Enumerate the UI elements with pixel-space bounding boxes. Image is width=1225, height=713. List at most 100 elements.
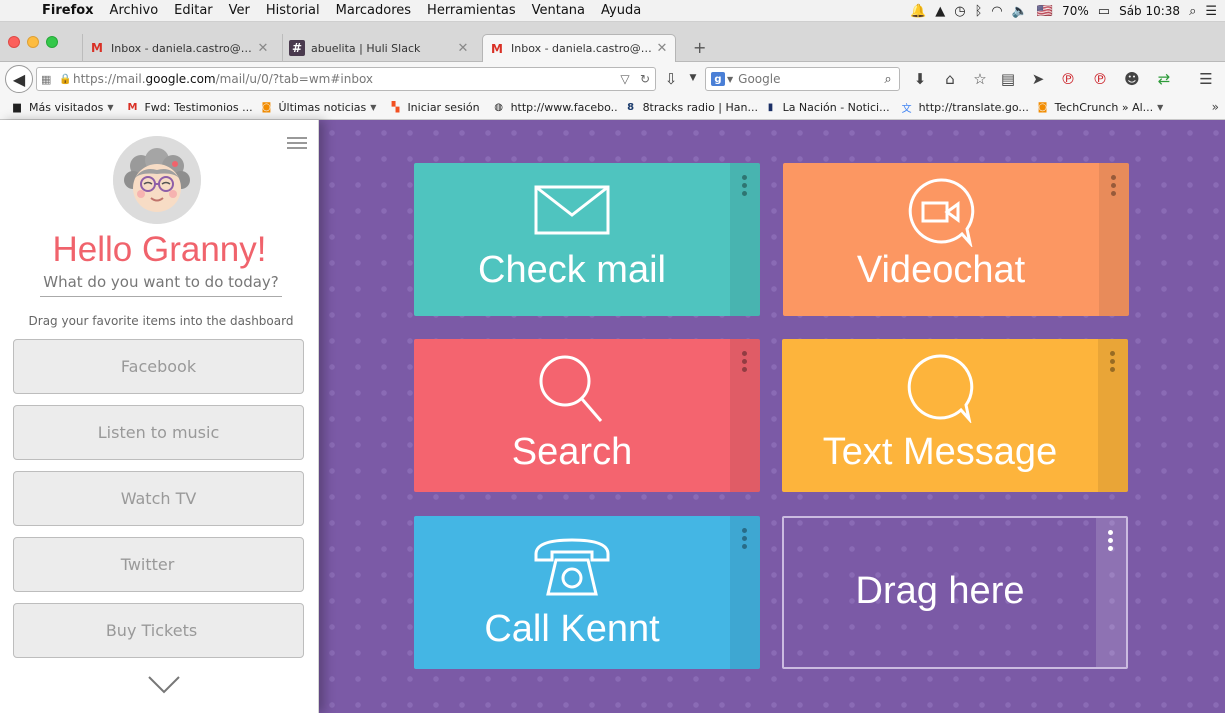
menu-app-name[interactable]: Firefox xyxy=(34,3,102,18)
close-tab-icon[interactable]: ✕ xyxy=(655,41,669,56)
bookmarks-list-icon[interactable]: ▤ xyxy=(997,70,1019,88)
card-label: Check mail xyxy=(478,249,666,291)
menu-ventana[interactable]: Ventana xyxy=(524,3,593,18)
time-machine-icon[interactable]: ◷ xyxy=(954,4,965,19)
card-videochat[interactable]: Videochat xyxy=(783,163,1129,316)
smiley-icon[interactable]: ☻ xyxy=(1121,70,1143,88)
bookmark-label: http://www.facebo... xyxy=(510,101,618,114)
url-dropdown-icon[interactable]: ▽ xyxy=(615,72,635,86)
dashboard: Check mail Videochat Search Text Message… xyxy=(319,120,1225,713)
sidebar-menu-icon[interactable] xyxy=(287,134,307,152)
menu-editar[interactable]: Editar xyxy=(166,3,221,18)
card-search[interactable]: Search xyxy=(414,339,760,492)
bookmark-facebook[interactable]: ◍ http://www.facebo... xyxy=(486,101,618,114)
pinterest-save-icon[interactable]: ℗ xyxy=(1089,70,1111,88)
greeting-title: Hello Granny! xyxy=(52,230,267,269)
back-button[interactable]: ◀ xyxy=(5,65,33,93)
tab-gmail-inbox-1[interactable]: M Inbox - daniela.castro@huli... ✕ xyxy=(82,34,276,62)
download-blocked-icon[interactable]: ⇩ xyxy=(660,70,682,88)
us-flag-icon[interactable]: 🇺🇸 xyxy=(1037,4,1053,19)
dropdown-arrow-icon[interactable]: ▼ xyxy=(682,73,704,83)
bookmark-fwd-testimonios[interactable]: M Fwd: Testimonios ... xyxy=(119,101,253,114)
drag-handle-icon[interactable] xyxy=(1108,530,1113,554)
speech-bubble-icon xyxy=(782,353,1128,423)
8tracks-icon: 8 xyxy=(627,102,635,113)
bookmark-label: TechCrunch » Al... xyxy=(1054,101,1154,114)
menu-ayuda[interactable]: Ayuda xyxy=(593,3,649,18)
close-window-button[interactable] xyxy=(8,36,20,48)
bookmark-label: Fwd: Testimonios ... xyxy=(144,101,253,114)
sidebar-item-twitter[interactable]: Twitter xyxy=(13,537,304,592)
sidebar-item-buy-tickets[interactable]: Buy Tickets xyxy=(13,603,304,658)
close-tab-icon[interactable]: ✕ xyxy=(456,41,470,56)
dropdown-arrow-icon: ▼ xyxy=(370,103,377,112)
dropdown-arrow-icon: ▼ xyxy=(1157,103,1164,112)
tab-huli-slack[interactable]: # abuelita | Huli Slack ✕ xyxy=(282,34,476,62)
more-bookmarks-icon[interactable]: » xyxy=(1212,100,1219,114)
bookmark-translate[interactable]: 文 http://translate.go... xyxy=(894,101,1030,114)
card-drag-here-dropzone[interactable]: Drag here xyxy=(782,516,1128,669)
card-check-mail[interactable]: Check mail xyxy=(414,163,760,316)
url-domain: google.com xyxy=(145,72,216,86)
tab-gmail-inbox-active[interactable]: M Inbox - daniela.castro@huli... ✕ xyxy=(482,34,676,62)
sidebar-item-listen-to-music[interactable]: Listen to music xyxy=(13,405,304,460)
bookmark-ultimas-noticias[interactable]: ◙ Últimas noticias ▼ xyxy=(253,101,382,114)
bluetooth-icon[interactable]: ᛒ xyxy=(975,4,983,19)
menu-marcadores[interactable]: Marcadores xyxy=(328,3,419,18)
bookmark-techcrunch[interactable]: ◙ TechCrunch » Al... ▼ xyxy=(1030,101,1170,114)
search-input[interactable] xyxy=(738,72,877,86)
card-call-kennt[interactable]: Call Kennt xyxy=(414,516,760,669)
bookmark-iniciar-sesion[interactable]: ▚ Iniciar sesión xyxy=(382,101,485,114)
card-label: Search xyxy=(511,431,633,473)
minimize-window-button[interactable] xyxy=(27,36,39,48)
granny-face-icon xyxy=(113,136,201,224)
envelope-icon xyxy=(414,185,760,235)
bookmark-star-icon[interactable]: ☆ xyxy=(969,70,991,88)
menu-historial[interactable]: Historial xyxy=(258,3,328,18)
spotlight-search-icon[interactable]: ⌕ xyxy=(1189,4,1196,19)
card-text-message[interactable]: Text Message xyxy=(782,339,1128,492)
clock[interactable]: Sáb 10:38 xyxy=(1119,4,1180,18)
bookmark-mas-visitados[interactable]: ▆ Más visitados ▼ xyxy=(4,101,119,114)
battery-charging-icon[interactable]: ▭ xyxy=(1098,4,1110,19)
menu-herramientas[interactable]: Herramientas xyxy=(419,3,524,18)
close-tab-icon[interactable]: ✕ xyxy=(256,41,270,56)
bookmark-la-nacion[interactable]: ▮ La Nación - Notici... xyxy=(758,101,894,114)
scroll-down-chevron-icon[interactable] xyxy=(148,676,180,694)
sidebar-item-facebook[interactable]: Facebook xyxy=(13,339,304,394)
sidebar-item-watch-tv[interactable]: Watch TV xyxy=(13,471,304,526)
bookmark-8tracks[interactable]: 8 8tracks radio | Han... xyxy=(618,101,757,114)
bookmark-label: Últimas noticias xyxy=(278,101,367,114)
hamburger-menu-icon[interactable]: ☰ xyxy=(1195,70,1217,88)
sync-arrows-icon[interactable]: ⇄ xyxy=(1153,70,1175,88)
video-chat-icon xyxy=(783,177,1129,247)
gmail-icon: M xyxy=(127,102,138,113)
zoom-window-button[interactable] xyxy=(46,36,58,48)
pinterest-icon[interactable]: ℗ xyxy=(1057,70,1079,88)
downloads-icon[interactable]: ⬇ xyxy=(909,70,931,88)
google-search-engine-icon[interactable]: g xyxy=(711,72,725,86)
url-bar[interactable]: ▦ 🔒 https://mail.google.com/mail/u/0/?ta… xyxy=(36,67,656,91)
nacion-icon: ▮ xyxy=(767,102,774,113)
send-icon[interactable]: ➤ xyxy=(1027,70,1049,88)
notification-bell-icon[interactable]: 🔔 xyxy=(910,4,926,19)
notification-center-icon[interactable]: ☰ xyxy=(1205,4,1217,19)
bookmark-label: La Nación - Notici... xyxy=(782,101,890,114)
google-drive-icon[interactable]: ▲ xyxy=(935,4,945,19)
battery-percent[interactable]: 70% xyxy=(1062,4,1089,18)
menu-archivo[interactable]: Archivo xyxy=(102,3,167,18)
navigation-bar: ◀ ▦ 🔒 https://mail.google.com/mail/u/0/?… xyxy=(0,62,1225,96)
search-engine-dropdown-icon[interactable]: ▼ xyxy=(727,75,733,84)
translate-icon: 文 xyxy=(901,104,912,114)
reload-icon[interactable]: ↻ xyxy=(635,72,655,86)
rss-icon: ◙ xyxy=(261,102,272,113)
menu-ver[interactable]: Ver xyxy=(221,3,258,18)
search-icon[interactable]: ⌕ xyxy=(877,72,899,87)
wifi-icon[interactable]: ◠ xyxy=(991,4,1002,19)
url-text[interactable]: https://mail.google.com/mail/u/0/?tab=wm… xyxy=(73,72,615,86)
new-tab-button[interactable]: + xyxy=(693,38,706,57)
volume-icon[interactable]: 🔈 xyxy=(1012,4,1028,19)
home-icon[interactable]: ⌂ xyxy=(939,70,961,88)
page-info-icon[interactable]: ▦ xyxy=(41,73,59,86)
card-label: Videochat xyxy=(856,249,1026,291)
